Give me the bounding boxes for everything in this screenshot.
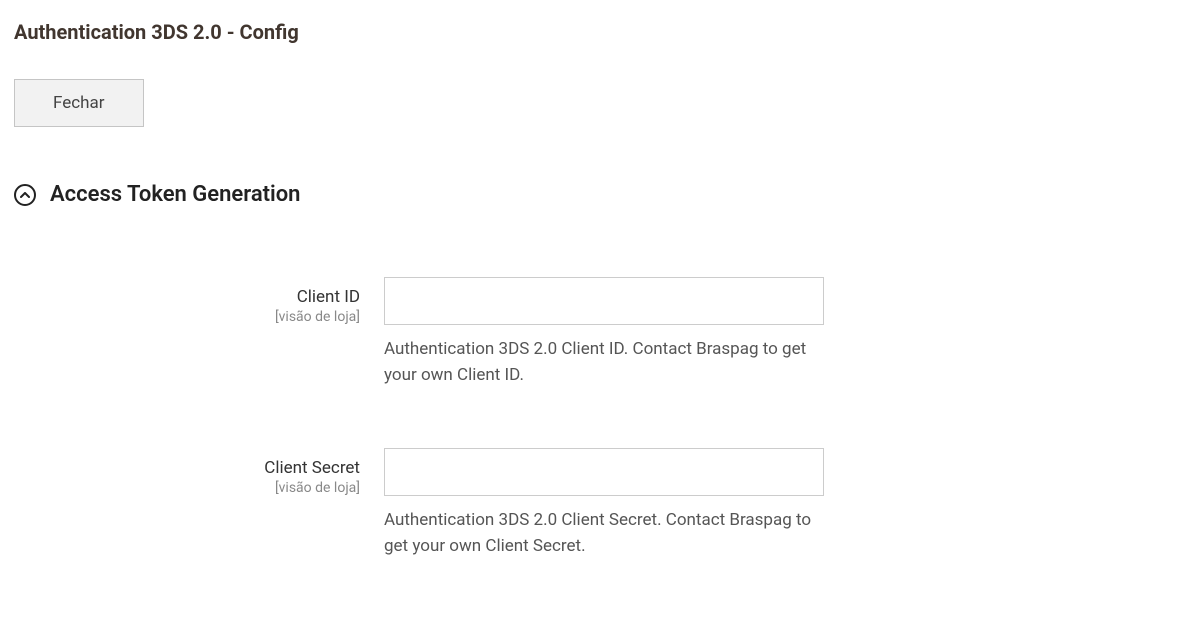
client-secret-input[interactable] xyxy=(384,448,824,496)
client-secret-help: Authentication 3DS 2.0 Client Secret. Co… xyxy=(384,508,824,559)
field-row-client-secret: Client Secret [visão de loja] Authentica… xyxy=(14,448,1165,559)
field-label-col: Client Secret [visão de loja] xyxy=(14,448,384,496)
page-title: Authentication 3DS 2.0 - Config xyxy=(14,20,1165,44)
client-id-input[interactable] xyxy=(384,277,824,325)
client-id-scope: [visão de loja] xyxy=(14,309,360,325)
client-secret-scope: [visão de loja] xyxy=(14,480,360,496)
client-id-label: Client ID xyxy=(14,287,360,307)
field-label-col: Client ID [visão de loja] xyxy=(14,277,384,325)
field-row-client-id: Client ID [visão de loja] Authentication… xyxy=(14,277,1165,388)
client-secret-label: Client Secret xyxy=(14,458,360,478)
client-id-help: Authentication 3DS 2.0 Client ID. Contac… xyxy=(384,337,824,388)
field-input-col: Authentication 3DS 2.0 Client ID. Contac… xyxy=(384,277,824,388)
chevron-up-icon xyxy=(14,184,36,206)
section-toggle-access-token[interactable]: Access Token Generation xyxy=(14,182,1165,207)
close-button[interactable]: Fechar xyxy=(14,79,144,127)
section-title: Access Token Generation xyxy=(50,182,300,207)
field-input-col: Authentication 3DS 2.0 Client Secret. Co… xyxy=(384,448,824,559)
